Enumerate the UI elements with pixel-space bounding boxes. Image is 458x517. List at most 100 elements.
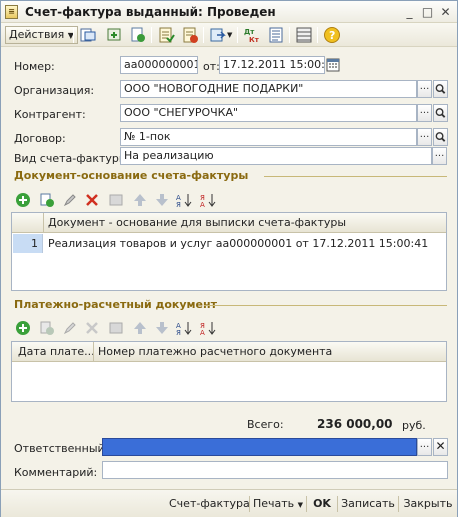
organization-field[interactable]: ООО "НОВОГОДНИЕ ПОДАРКИ" [120,80,417,98]
responsible-label: Ответственный: [14,442,109,455]
toolbar-separator [289,27,290,43]
add-row-icon[interactable] [15,320,31,336]
contractor-select-button[interactable]: ... [417,104,432,122]
copy-icon[interactable] [105,26,123,44]
section-divider [264,176,447,177]
move-up-icon[interactable] [132,192,148,208]
responsible-field[interactable] [102,438,417,456]
document-icon: ≡ [5,5,18,19]
bottom-bar: Счет-фактура Печать ▼ OK Записать Закрыт… [1,489,457,517]
payment-grid: Дата плате... Номер платежно расчетного … [11,341,447,402]
minimize-button[interactable]: _ [401,4,418,20]
contractor-field[interactable]: ООО "СНЕГУРОЧКА" [120,104,417,122]
contract-select-button[interactable]: ... [417,128,432,146]
total-value: 236 000,00 [317,417,393,431]
organization-select-button[interactable]: ... [417,80,432,98]
calendar-icon[interactable] [326,57,340,73]
button-separator [337,496,338,512]
journal-icon[interactable] [267,26,285,44]
svg-text:Дт: Дт [244,28,255,36]
contractor-open-button[interactable] [433,104,448,122]
responsible-select-button[interactable]: ... [417,438,432,456]
maximize-button[interactable]: □ [419,4,436,20]
sort-desc-icon[interactable]: ЯA [200,192,216,208]
basis-section-title: Документ-основание счета-фактуры [14,169,249,182]
help-icon[interactable]: ? [323,26,341,44]
search-icon [435,132,446,142]
sort-asc-icon[interactable]: AЯ [176,320,192,336]
sort-asc-icon[interactable]: AЯ [176,192,192,208]
contract-open-button[interactable] [433,128,448,146]
table-row[interactable]: 1 Реализация товаров и услуг аа000000001… [12,234,446,253]
actions-label: Действия [9,28,65,41]
close-window-button[interactable]: ✕ [437,4,454,20]
add-new-icon[interactable] [79,26,97,44]
svg-text:?: ? [329,29,335,42]
actions-menu-button[interactable]: Действия ▼ [5,26,78,44]
payment-grid-toolbar: AЯ ЯA [14,319,254,339]
toolbar: Действия ▼ ▼ Дт Кт ? [1,23,457,47]
structure-icon[interactable] [295,26,313,44]
basis-document-header[interactable]: Документ - основание для выписки счета-ф… [44,213,446,232]
svg-text:Кт: Кт [249,36,260,44]
edit-row-icon[interactable] [62,320,78,336]
debit-credit-icon[interactable]: ДтКт [243,26,261,44]
payment-number-header[interactable]: Номер платежно расчетного документа [94,342,446,361]
total-label: Всего: [247,418,284,431]
total-currency: руб. [402,419,426,432]
copy-row-icon[interactable] [39,320,55,336]
invoice-print-button[interactable]: Счет-фактура [169,494,250,514]
end-edit-icon[interactable] [108,192,124,208]
contract-field[interactable]: № 1-пок [120,128,417,146]
move-down-icon[interactable] [154,192,170,208]
organization-label: Организация: [14,84,95,97]
add-row-icon[interactable] [15,192,31,208]
svg-text:Я: Я [176,201,181,208]
close-button[interactable]: Закрыть [401,494,455,514]
contractor-label: Контрагент: [14,108,86,121]
invoice-window: ≡ Счет-фактура выданный: Проведен _ □ ✕ … [0,0,458,517]
move-up-icon[interactable] [132,320,148,336]
unpost-document-icon[interactable] [181,26,199,44]
button-separator [306,496,307,512]
clear-icon[interactable]: ✕ [433,438,448,456]
end-edit-icon[interactable] [108,320,124,336]
row-number-header[interactable] [12,213,44,232]
number-field[interactable]: аа000000001 [120,56,198,74]
basis-grid-toolbar: AЯ ЯA [14,191,254,211]
ok-button[interactable]: OK [309,494,335,514]
svg-text:A: A [200,201,205,208]
svg-text:Я: Я [176,329,181,336]
toolbar-separator [203,27,204,43]
invoice-type-select-button[interactable]: ... [432,147,447,165]
delete-row-icon[interactable] [84,192,100,208]
copy-row-icon[interactable] [39,192,55,208]
comment-label: Комментарий: [14,466,98,479]
print-menu-button[interactable]: Печать ▼ [252,494,304,514]
edit-copy-icon[interactable] [129,26,147,44]
button-separator [398,496,399,512]
date-field[interactable]: 17.12.2011 15:00:41 [219,56,325,74]
based-on-dropdown-icon[interactable]: ▼ [227,31,232,39]
invoice-type-label: Вид счета-фактуры: [14,152,132,165]
delete-row-icon[interactable] [84,320,100,336]
invoice-type-field[interactable]: На реализацию [120,147,432,165]
edit-row-icon[interactable] [62,192,78,208]
basis-grid: Документ - основание для выписки счета-ф… [11,212,447,291]
chevron-down-icon: ▼ [297,501,304,509]
payment-grid-header: Дата плате... Номер платежно расчетного … [12,342,446,362]
post-document-icon[interactable] [157,26,175,44]
date-label: от: [203,60,220,73]
payment-date-header[interactable]: Дата плате... [12,342,94,361]
save-button[interactable]: Записать [340,494,396,514]
move-down-icon[interactable] [154,320,170,336]
window-title: Счет-фактура выданный: Проведен [25,5,276,19]
number-label: Номер: [14,60,55,73]
comment-field[interactable] [102,461,448,479]
print-label: Печать [252,497,295,510]
toolbar-separator [151,27,152,43]
based-on-icon[interactable] [209,26,227,44]
basis-grid-header: Документ - основание для выписки счета-ф… [12,213,446,233]
sort-desc-icon[interactable]: ЯA [200,320,216,336]
organization-open-button[interactable] [433,80,448,98]
